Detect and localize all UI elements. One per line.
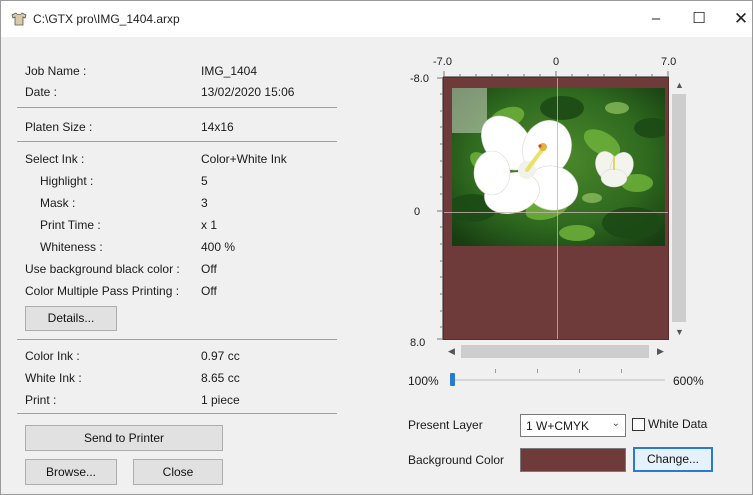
color-ink-label: Color Ink : xyxy=(25,349,80,363)
ruler-left-label: 8.0 xyxy=(410,337,426,349)
whiteness-value: 400 % xyxy=(201,240,236,254)
job-name-label: Job Name : xyxy=(25,64,87,78)
mask-value: 3 xyxy=(201,196,208,210)
mask-label: Mask : xyxy=(40,196,76,210)
print-time-value: x 1 xyxy=(201,218,218,232)
zoom-tick xyxy=(621,369,622,373)
scroll-down-icon[interactable]: ▼ xyxy=(675,327,684,337)
highlight-value: 5 xyxy=(201,174,208,188)
maximize-button[interactable]: ☐ xyxy=(684,9,714,29)
vertical-scroll-thumb[interactable] xyxy=(672,94,686,322)
close-window-button[interactable]: ✕ xyxy=(726,9,753,29)
zoom-max-label: 600% xyxy=(673,374,704,388)
background-color-swatch xyxy=(520,448,626,472)
scroll-left-icon[interactable]: ◀ xyxy=(448,346,455,357)
scroll-up-icon[interactable]: ▲ xyxy=(675,80,684,90)
white-data-label: White Data xyxy=(648,417,708,431)
platen-size-value: 14x16 xyxy=(201,120,234,134)
close-button[interactable]: Close xyxy=(133,459,223,485)
color-ink-value: 0.97 cc xyxy=(201,349,240,363)
platen-size-label: Platen Size : xyxy=(25,120,93,134)
white-ink-value: 8.65 cc xyxy=(201,371,240,385)
multi-pass-value: Off xyxy=(201,284,217,298)
zoom-min-label: 100% xyxy=(408,374,439,388)
bg-black-label: Use background black color : xyxy=(25,262,180,276)
center-guide-vertical xyxy=(557,78,558,339)
white-data-checkbox[interactable] xyxy=(632,418,645,431)
change-color-button[interactable]: Change... xyxy=(633,447,713,472)
browse-button[interactable]: Browse... xyxy=(25,459,117,485)
present-layer-select[interactable]: 1 W+CMYK ⌄ xyxy=(520,414,626,437)
select-ink-label: Select Ink : xyxy=(25,152,85,166)
ruler-top-label: 7.0 xyxy=(661,56,677,68)
zoom-tick xyxy=(495,369,496,373)
whiteness-label: Whiteness : xyxy=(40,240,103,254)
print-time-label: Print Time : xyxy=(40,218,101,232)
select-ink-value: Color+White Ink xyxy=(201,152,287,166)
ruler-top-label: 0 xyxy=(553,56,560,68)
left-ruler xyxy=(437,77,443,340)
minimize-button[interactable]: – xyxy=(641,9,671,29)
divider xyxy=(17,413,337,414)
ruler-left-label: -8.0 xyxy=(410,73,429,85)
window-title: C:\GTX pro\IMG_1404.arxp xyxy=(33,12,180,26)
horizontal-scroll-thumb[interactable] xyxy=(461,345,649,358)
ruler-top-label: -7.0 xyxy=(433,56,452,68)
details-button[interactable]: Details... xyxy=(25,306,117,331)
present-layer-label: Present Layer xyxy=(408,418,483,432)
title-bar: C:\GTX pro\IMG_1404.arxp – ☐ ✕ xyxy=(1,1,752,37)
zoom-slider-track[interactable] xyxy=(453,379,665,381)
ruler-left-label: 0 xyxy=(414,206,421,218)
date-value: 13/02/2020 15:06 xyxy=(201,85,295,99)
hibiscus-photo xyxy=(452,88,665,246)
job-name-value: IMG_1404 xyxy=(201,64,258,78)
preview-horizontal-scrollbar[interactable]: ◀ ▶ xyxy=(443,343,669,360)
zoom-tick xyxy=(579,369,580,373)
chevron-down-icon: ⌄ xyxy=(611,418,620,429)
white-ink-label: White Ink : xyxy=(25,371,82,385)
highlight-label: Highlight : xyxy=(40,174,94,188)
zoom-tick xyxy=(537,369,538,373)
multi-pass-label: Color Multiple Pass Printing : xyxy=(25,284,180,298)
divider xyxy=(17,107,337,108)
date-label: Date : xyxy=(25,85,58,99)
background-color-label: Background Color xyxy=(408,453,505,467)
preview-vertical-scrollbar[interactable]: ▲ ▼ xyxy=(669,77,689,340)
send-to-printer-button[interactable]: Send to Printer xyxy=(25,425,223,451)
zoom-slider-thumb[interactable] xyxy=(450,373,455,386)
present-layer-value: 1 W+CMYK xyxy=(526,419,590,433)
center-guide-horizontal xyxy=(444,212,668,213)
scroll-right-icon[interactable]: ▶ xyxy=(657,346,664,357)
print-preview-window: C:\GTX pro\IMG_1404.arxp – ☐ ✕ Job Name … xyxy=(0,0,753,495)
print-label: Print : xyxy=(25,393,57,407)
artwork-image[interactable] xyxy=(452,88,665,246)
tshirt-icon xyxy=(11,12,27,26)
bg-black-value: Off xyxy=(201,262,217,276)
print-value: 1 piece xyxy=(201,393,240,407)
platen-preview[interactable] xyxy=(443,77,669,340)
top-ruler xyxy=(443,71,669,77)
divider xyxy=(17,339,337,340)
divider xyxy=(17,141,337,142)
